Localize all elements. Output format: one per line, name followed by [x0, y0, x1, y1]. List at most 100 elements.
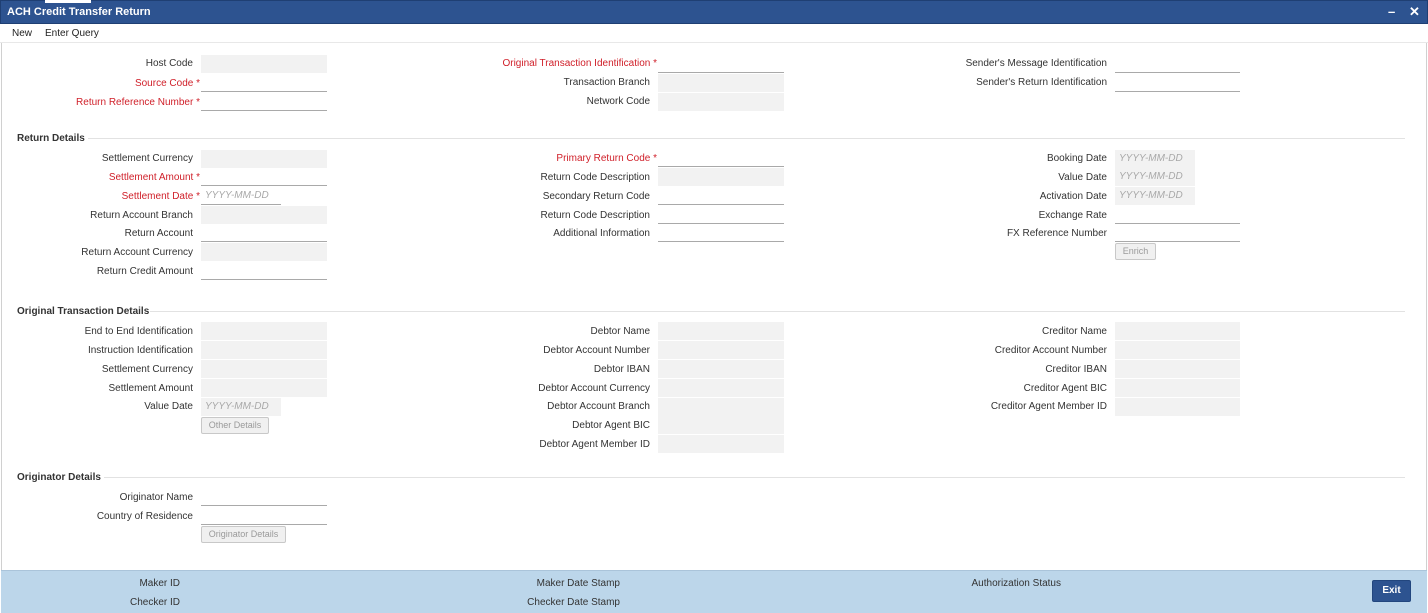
- exchange-rate-field[interactable]: [1115, 206, 1240, 224]
- creditor-agent-bic-label: Creditor Agent BIC: [1023, 383, 1107, 394]
- exchange-rate-label: Exchange Rate: [1038, 210, 1107, 221]
- country-of-residence-label: Country of Residence: [96, 511, 193, 522]
- creditor-agent-member-id-field[interactable]: [1115, 398, 1240, 416]
- network-code-field[interactable]: [658, 93, 784, 111]
- primary-return-code-field[interactable]: [658, 149, 784, 167]
- transaction-branch-label: Transaction Branch: [563, 77, 650, 88]
- minimize-icon[interactable]: –: [1388, 4, 1395, 19]
- menu-bar: New Enter Query: [0, 24, 1428, 43]
- window-title: ACH Credit Transfer Return: [7, 6, 151, 18]
- host-code-label: Host Code: [145, 58, 193, 69]
- return-code-description-field[interactable]: [658, 168, 784, 186]
- orig-settlement-amount-label: Settlement Amount: [108, 383, 194, 394]
- return-code-description-label: Return Code Description: [540, 172, 651, 183]
- return-credit-amount-field[interactable]: [201, 262, 327, 280]
- debtor-account-branch-label: Debtor Account Branch: [547, 401, 650, 412]
- settlement-amount-label: Settlement Amount: [40, 172, 200, 183]
- debtor-account-currency-field[interactable]: [658, 379, 784, 397]
- original-transaction-identification-field[interactable]: [658, 55, 784, 73]
- menu-new[interactable]: New: [12, 28, 32, 39]
- debtor-account-number-field[interactable]: [658, 341, 784, 359]
- debtor-account-number-label: Debtor Account Number: [543, 345, 650, 356]
- debtor-agent-bic-label: Debtor Agent BIC: [572, 420, 650, 431]
- return-account-branch-label: Return Account Branch: [90, 210, 193, 221]
- originator-name-label: Originator Name: [119, 492, 193, 503]
- orig-settlement-amount-field[interactable]: [201, 379, 327, 397]
- instruction-identification-label: Instruction Identification: [87, 345, 193, 356]
- fx-reference-number-field[interactable]: [1115, 224, 1240, 242]
- network-code-label: Network Code: [586, 96, 650, 107]
- other-details-button[interactable]: Other Details: [201, 417, 269, 434]
- authorization-status-label: Authorization Status: [971, 578, 1062, 589]
- fx-reference-number-label: FX Reference Number: [1006, 228, 1107, 239]
- country-of-residence-field[interactable]: [201, 507, 327, 525]
- value-date-field[interactable]: [1115, 168, 1195, 186]
- senders-message-identification-label: Sender's Message Identification: [965, 58, 1107, 69]
- window-title-bar: ACH Credit Transfer Return – ✕: [0, 0, 1428, 24]
- debtor-agent-bic-field[interactable]: [658, 416, 784, 434]
- additional-information-field[interactable]: [658, 224, 784, 242]
- original-transaction-identification-label: Original Transaction Identification: [440, 58, 657, 69]
- debtor-agent-member-id-field[interactable]: [658, 435, 784, 453]
- return-account-field[interactable]: [201, 224, 327, 242]
- originator-name-field[interactable]: [201, 488, 327, 506]
- host-code-field[interactable]: [201, 55, 327, 73]
- booking-date-field[interactable]: [1115, 150, 1195, 168]
- settlement-date-label: Settlement Date: [40, 191, 200, 202]
- source-code-field[interactable]: [201, 74, 327, 92]
- return-reference-number-field[interactable]: [201, 93, 327, 111]
- settlement-amount-field[interactable]: [201, 168, 327, 186]
- creditor-account-number-field[interactable]: [1115, 341, 1240, 359]
- activation-date-label: Activation Date: [1039, 191, 1107, 202]
- title-tab-highlight: [45, 0, 91, 3]
- senders-message-identification-field[interactable]: [1115, 55, 1240, 73]
- instruction-identification-field[interactable]: [201, 341, 327, 359]
- transaction-branch-field[interactable]: [658, 74, 784, 92]
- secondary-return-code-description-label: Return Code Description: [540, 210, 651, 221]
- activation-date-field[interactable]: [1115, 187, 1195, 205]
- additional-information-label: Additional Information: [553, 228, 650, 239]
- exit-button[interactable]: Exit: [1372, 580, 1411, 602]
- close-icon[interactable]: ✕: [1409, 4, 1420, 20]
- settlement-currency-label: Settlement Currency: [101, 153, 193, 164]
- creditor-name-field[interactable]: [1115, 322, 1240, 340]
- debtor-iban-label: Debtor IBAN: [593, 364, 650, 375]
- creditor-agent-bic-field[interactable]: [1115, 379, 1240, 397]
- debtor-account-currency-label: Debtor Account Currency: [538, 383, 650, 394]
- return-account-branch-field[interactable]: [201, 206, 327, 224]
- senders-return-identification-field[interactable]: [1115, 74, 1240, 92]
- secondary-return-code-description-field[interactable]: [658, 206, 784, 224]
- original-transaction-details-title: Original Transaction Details: [17, 306, 150, 317]
- debtor-agent-member-id-label: Debtor Agent Member ID: [539, 439, 650, 450]
- orig-settlement-currency-field[interactable]: [201, 360, 327, 378]
- menu-enter-query[interactable]: Enter Query: [45, 28, 99, 39]
- return-credit-amount-label: Return Credit Amount: [96, 266, 193, 277]
- settlement-currency-field[interactable]: [201, 150, 327, 168]
- maker-id-label: Maker ID: [139, 578, 180, 589]
- creditor-iban-field[interactable]: [1115, 360, 1240, 378]
- debtor-name-field[interactable]: [658, 322, 784, 340]
- end-to-end-identification-label: End to End Identification: [84, 326, 193, 337]
- return-reference-number-label: Return Reference Number: [40, 97, 200, 108]
- source-code-label: Source Code: [40, 78, 200, 89]
- return-account-currency-field[interactable]: [201, 243, 327, 261]
- orig-value-date-field[interactable]: [201, 398, 281, 416]
- end-to-end-identification-field[interactable]: [201, 322, 327, 340]
- settlement-date-field[interactable]: [201, 187, 281, 205]
- booking-date-label: Booking Date: [1046, 153, 1107, 164]
- enrich-button[interactable]: Enrich: [1115, 243, 1156, 260]
- footer-bar: Maker ID Checker ID Maker Date Stamp Che…: [1, 570, 1427, 613]
- checker-id-label: Checker ID: [129, 597, 180, 608]
- creditor-name-label: Creditor Name: [1041, 326, 1107, 337]
- original-transaction-details-divider: [150, 311, 1405, 312]
- debtor-iban-field[interactable]: [658, 360, 784, 378]
- orig-value-date-label: Value Date: [144, 401, 193, 412]
- return-details-divider: [88, 138, 1405, 139]
- secondary-return-code-label: Secondary Return Code: [542, 191, 650, 202]
- originator-details-button[interactable]: Originator Details: [201, 526, 286, 543]
- creditor-account-number-label: Creditor Account Number: [994, 345, 1107, 356]
- senders-return-identification-label: Sender's Return Identification: [976, 77, 1107, 88]
- secondary-return-code-field[interactable]: [658, 187, 784, 205]
- return-account-label: Return Account: [124, 228, 193, 239]
- debtor-account-branch-field[interactable]: [658, 398, 784, 416]
